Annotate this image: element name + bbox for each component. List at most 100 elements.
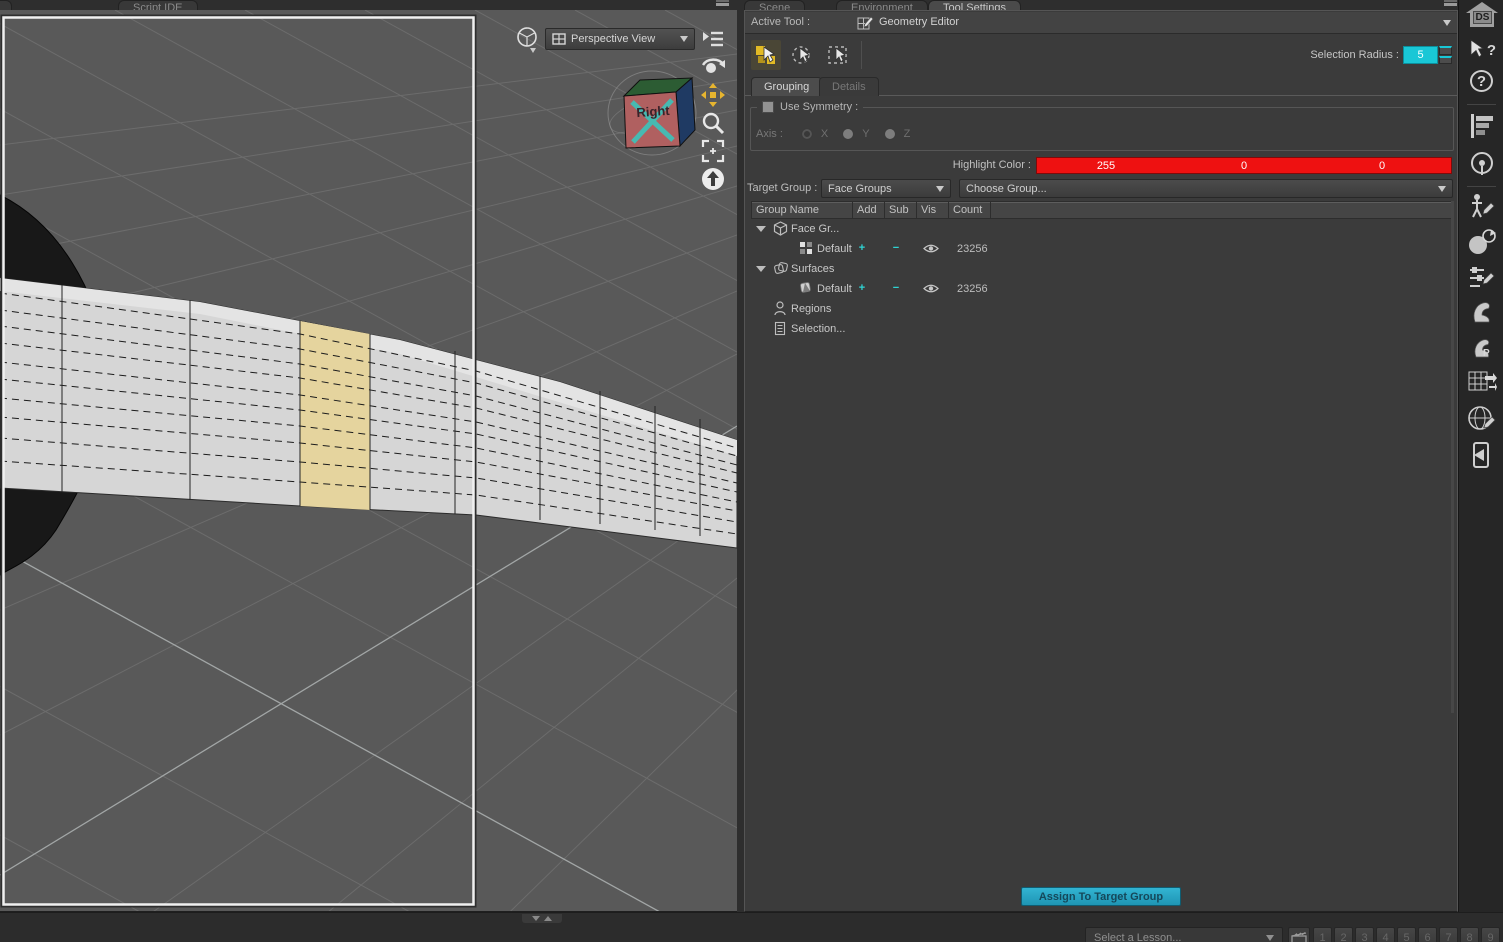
pane-tab-environment[interactable]: Environment: [836, 0, 928, 10]
workspace-tab-strip: uilder Script IDE Scene Environment Tool…: [0, 0, 1458, 10]
zoom-camera-icon[interactable]: [699, 110, 727, 135]
workspace-tab-builder[interactable]: uilder: [0, 0, 12, 10]
eye-icon[interactable]: [923, 283, 939, 297]
subtract-from-group-button[interactable]: −: [885, 282, 907, 294]
splitter-grip[interactable]: [522, 914, 562, 923]
selection-radius-input[interactable]: 5: [1403, 46, 1438, 64]
symmetry-groupbox: Use Symmetry : Axis : X Y Z: [750, 101, 1454, 151]
subtract-from-group-button[interactable]: −: [885, 242, 907, 254]
tree-row-face-groups[interactable]: Face Gr...: [751, 219, 1453, 239]
active-tool-name: Geometry Editor: [879, 16, 960, 28]
orbit-camera-icon[interactable]: [699, 54, 727, 79]
target-group-dropdown[interactable]: Face Groups: [821, 179, 951, 198]
col-count[interactable]: Count: [949, 202, 991, 218]
use-symmetry-label: Use Symmetry :: [780, 101, 859, 113]
axis-x-radio[interactable]: [800, 128, 813, 140]
frame-camera-icon[interactable]: [699, 138, 727, 163]
toolbar-separator: [861, 41, 862, 69]
eye-icon[interactable]: [923, 243, 939, 257]
viewport-3d[interactable]: Perspective View Right: [0, 10, 737, 912]
pane-splitter[interactable]: [737, 10, 744, 912]
surface-sphere-icon[interactable]: [1459, 228, 1503, 256]
daz-home-icon[interactable]: DS: [1459, 2, 1503, 29]
col-vis[interactable]: Vis: [917, 202, 949, 218]
surfaces-icon: [774, 262, 788, 274]
lesson-step-3[interactable]: 3: [1355, 927, 1374, 942]
tree-row-regions[interactable]: Regions: [751, 299, 1453, 319]
active-tool-dropdown-icon[interactable]: [1443, 20, 1451, 26]
tree-row-surface-default[interactable]: Default + − 23256: [751, 279, 1453, 299]
lesson-step-4[interactable]: 4: [1376, 927, 1395, 942]
choose-group-dropdown[interactable]: Choose Group...: [959, 179, 1453, 198]
tree-row-surfaces[interactable]: Surfaces: [751, 259, 1453, 279]
bottom-bar: Select a Lesson... 1 2 3 4 5 6 7 8 9: [0, 912, 1503, 942]
cube-icon: [773, 221, 788, 236]
face-count: 23256: [957, 243, 988, 255]
workspace-tab-script-ide[interactable]: Script IDE: [118, 0, 198, 10]
aim-icon[interactable]: [1459, 150, 1503, 178]
selected-face-band[interactable]: [300, 321, 370, 510]
geometry-grid-icon[interactable]: [1459, 368, 1503, 396]
viewport-pane-menu-icon[interactable]: [716, 0, 729, 6]
geometry-editor-icon: [857, 16, 874, 30]
pane-tab-scene[interactable]: Scene: [744, 0, 806, 10]
lesson-step-1[interactable]: 1: [1313, 927, 1332, 942]
tool-settings-pane-menu-icon[interactable]: [1444, 0, 1457, 6]
shaping-arm-icon[interactable]: [1459, 298, 1503, 326]
group-tree-scrollbar[interactable]: [1451, 201, 1454, 713]
expander-icon[interactable]: [756, 226, 766, 232]
chevron-down-icon: [1438, 185, 1446, 192]
chevron-down-icon: [1266, 935, 1274, 941]
reset-camera-icon[interactable]: [699, 166, 727, 191]
help-icon[interactable]: ?: [1470, 70, 1493, 92]
marquee-select-icon[interactable]: [823, 40, 853, 70]
axis-z-radio[interactable]: [883, 128, 896, 140]
lasso-select-icon[interactable]: [787, 40, 817, 70]
chevron-down-icon: [936, 185, 944, 192]
pane-tab-tool-settings[interactable]: Tool Settings: [928, 0, 1021, 10]
figure-edit-icon[interactable]: [1459, 192, 1503, 220]
lesson-step-6[interactable]: 6: [1418, 927, 1437, 942]
pan-camera-icon[interactable]: [699, 82, 727, 107]
lesson-dropdown[interactable]: Select a Lesson...: [1085, 927, 1283, 942]
paint-select-icon[interactable]: [751, 40, 781, 70]
axis-y-radio[interactable]: [842, 128, 855, 140]
tab-details[interactable]: Details: [819, 77, 879, 96]
draw-style-dropdown-icon[interactable]: [530, 48, 536, 53]
lesson-step-2[interactable]: 2: [1334, 927, 1353, 942]
assign-to-target-group-button[interactable]: Assign To Target Group: [1021, 887, 1181, 906]
pose-sliders-icon[interactable]: [1459, 264, 1503, 290]
uv-globe-icon[interactable]: [1459, 404, 1503, 434]
view-cube[interactable]: Right: [600, 60, 705, 165]
axis-label: Axis :: [756, 128, 783, 140]
camera-view-selector[interactable]: Perspective View: [545, 28, 695, 50]
chevron-down-icon: [680, 36, 688, 42]
selection-radius-stepper[interactable]: [1439, 46, 1452, 64]
posing-arm-icon[interactable]: P: [1459, 334, 1503, 362]
sidebar-divider: [1467, 104, 1496, 105]
tree-row-selection[interactable]: Selection...: [751, 319, 1453, 339]
use-symmetry-checkbox[interactable]: [762, 101, 774, 113]
col-add[interactable]: Add: [853, 202, 885, 218]
pane-dock-icon[interactable]: [1459, 112, 1503, 140]
highlight-color-swatch[interactable]: 255 0 0: [1036, 157, 1452, 174]
lesson-step-8[interactable]: 8: [1460, 927, 1479, 942]
lesson-step-7[interactable]: 7: [1439, 927, 1458, 942]
draw-style-button[interactable]: [516, 26, 542, 53]
add-to-group-button[interactable]: +: [851, 282, 873, 294]
lesson-step-5[interactable]: 5: [1397, 927, 1416, 942]
grouping-tab-bar: Grouping Details: [745, 75, 1457, 96]
lesson-step-9[interactable]: 9: [1481, 927, 1500, 942]
scene-pane-icon[interactable]: [699, 26, 727, 51]
tab-grouping[interactable]: Grouping: [751, 77, 823, 96]
add-to-group-button[interactable]: +: [851, 242, 873, 254]
exit-door-icon[interactable]: [1459, 440, 1503, 470]
tree-row-facegroup-default[interactable]: Default + − 23256: [751, 239, 1453, 259]
col-sub[interactable]: Sub: [885, 202, 917, 218]
highlight-blue-value: 0: [1378, 160, 1386, 172]
col-group-name[interactable]: Group Name: [752, 202, 853, 218]
sidebar-divider: [1467, 186, 1496, 187]
whats-this-icon[interactable]: ?: [1459, 38, 1503, 62]
lesson-play-icon[interactable]: [1288, 927, 1310, 942]
expander-icon[interactable]: [756, 266, 766, 272]
